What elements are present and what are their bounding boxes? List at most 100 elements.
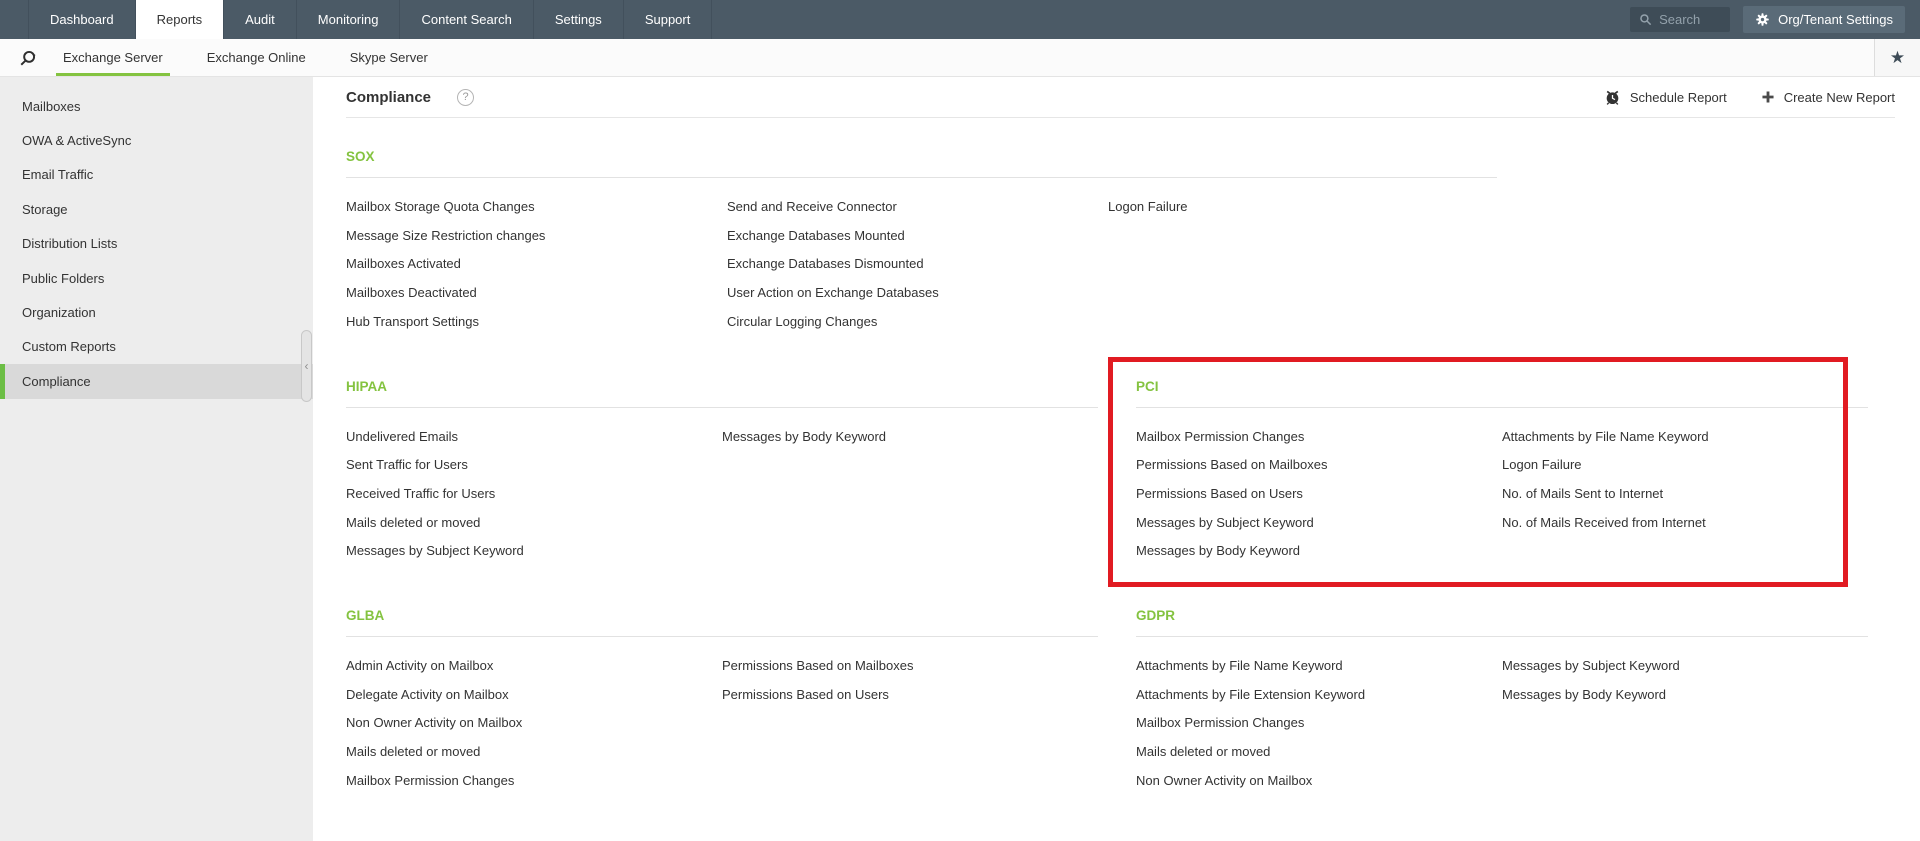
report-link-column: Undelivered Emails Sent Traffic for Users… — [346, 423, 722, 567]
section-title: GDPR — [1136, 608, 1176, 624]
favorites-button[interactable]: ★ — [1874, 39, 1920, 76]
search-input[interactable] — [1659, 12, 1720, 27]
report-link-columns: Undelivered Emails Sent Traffic for Users… — [346, 423, 1098, 567]
sidebar-item[interactable]: Email Traffic — [0, 158, 313, 192]
report-link[interactable]: Sent Traffic for Users — [346, 451, 722, 480]
sidebar-item-label: Email Traffic — [22, 167, 94, 183]
sidebar-item[interactable]: Storage — [0, 192, 313, 226]
topnav-tab-label: Audit — [245, 12, 275, 27]
report-link[interactable]: User Action on Exchange Databases — [727, 279, 1108, 308]
report-link[interactable]: Circular Logging Changes — [727, 308, 1108, 337]
sidebar-item[interactable]: Custom Reports — [0, 330, 313, 364]
topnav-tab[interactable]: Audit — [223, 0, 296, 39]
sidebar-item-label: Compliance — [22, 373, 91, 389]
subnav-tab[interactable]: Exchange Online — [200, 39, 313, 76]
subnav-tab[interactable]: Exchange Server — [56, 39, 170, 76]
schedule-report-label: Schedule Report — [1629, 89, 1727, 105]
create-new-report-label: Create New Report — [1783, 89, 1895, 105]
report-link[interactable]: Permissions Based on Mailboxes — [1136, 451, 1502, 480]
report-link[interactable]: Message Size Restriction changes — [346, 222, 727, 251]
report-link[interactable]: Mailbox Permission Changes — [1136, 709, 1502, 738]
report-link-column: Logon Failure — [1108, 193, 1489, 337]
report-link[interactable]: Delegate Activity on Mailbox — [346, 681, 722, 710]
report-link[interactable]: Messages by Subject Keyword — [346, 537, 722, 566]
report-link-columns: Attachments by File Name Keyword Attachme… — [1136, 652, 1868, 796]
report-link[interactable]: No. of Mails Sent to Internet — [1502, 480, 1868, 509]
report-link[interactable]: Admin Activity on Mailbox — [346, 652, 722, 681]
report-link[interactable]: Exchange Databases Mounted — [727, 222, 1108, 251]
sidebar-item[interactable]: Public Folders — [0, 261, 313, 295]
report-link[interactable]: Logon Failure — [1502, 451, 1868, 480]
report-link[interactable]: Undelivered Emails — [346, 423, 722, 452]
report-link[interactable]: Attachments by File Name Keyword — [1136, 652, 1502, 681]
report-link[interactable]: Attachments by File Extension Keyword — [1136, 681, 1502, 710]
report-link[interactable]: Received Traffic for Users — [346, 480, 722, 509]
sidebar-item[interactable]: Distribution Lists — [0, 227, 313, 261]
schedule-report-button[interactable]: Schedule Report — [1604, 89, 1727, 106]
report-link[interactable]: Mails deleted or moved — [346, 509, 722, 538]
sidebar-collapse-handle[interactable]: ‹ — [301, 330, 312, 402]
sub-nav-tabs: Exchange Server Exchange Online Skype Se… — [56, 39, 465, 76]
report-link[interactable]: Permissions Based on Users — [722, 681, 1098, 710]
report-link[interactable]: Messages by Subject Keyword — [1136, 509, 1502, 538]
sidebar-item[interactable]: Compliance — [0, 364, 313, 399]
report-link[interactable]: Exchange Databases Dismounted — [727, 250, 1108, 279]
report-link[interactable]: No. of Mails Received from Internet — [1502, 509, 1868, 538]
sidebar-item-label: Distribution Lists — [22, 236, 118, 252]
report-search-button[interactable] — [0, 39, 56, 76]
report-link[interactable]: Permissions Based on Mailboxes — [722, 652, 1098, 681]
sidebar-item-label: Storage — [22, 201, 68, 217]
report-link-column: Permissions Based on Mailboxes Permission… — [722, 652, 1098, 796]
global-search-box[interactable] — [1630, 7, 1731, 32]
report-link[interactable]: Messages by Body Keyword — [1502, 681, 1868, 710]
create-new-report-button[interactable]: Create New Report — [1761, 89, 1895, 106]
topnav-tab[interactable]: Dashboard — [28, 0, 135, 39]
report-link-column: Attachments by File Name Keyword Attachme… — [1136, 652, 1502, 796]
report-link[interactable]: Mailboxes Activated — [346, 250, 727, 279]
report-link[interactable]: Mailboxes Deactivated — [346, 279, 727, 308]
top-nav-tabs: Dashboard Reports Audit Monitoring Conte… — [28, 0, 713, 39]
page-title-bar: Compliance ? Schedule Report Create New … — [346, 77, 1895, 118]
compliance-section: GDPR Attachments by File Name Keyword Att… — [1136, 608, 1868, 796]
sidebar-item[interactable]: Mailboxes — [0, 89, 313, 123]
topnav-right-tools: Org/Tenant Settings — [1630, 0, 1920, 39]
topnav-tab[interactable]: Settings — [532, 0, 623, 39]
report-link[interactable]: Mailbox Permission Changes — [346, 767, 722, 796]
report-link[interactable]: Mailbox Storage Quota Changes — [346, 193, 727, 222]
topnav-tab-label: Support — [644, 12, 691, 27]
report-link[interactable]: Messages by Body Keyword — [722, 423, 1098, 452]
org-tenant-settings-button[interactable]: Org/Tenant Settings — [1743, 6, 1905, 33]
top-navbar: Dashboard Reports Audit Monitoring Conte… — [0, 0, 1920, 39]
topnav-tab-label: Settings — [554, 12, 602, 27]
topnav-tab[interactable]: Content Search — [399, 0, 532, 39]
report-link[interactable]: Mailbox Permission Changes — [1136, 423, 1502, 452]
report-link-column: Admin Activity on Mailbox Delegate Activi… — [346, 652, 722, 796]
report-link[interactable]: Messages by Body Keyword — [1136, 537, 1502, 566]
report-link[interactable]: Messages by Subject Keyword — [1502, 652, 1868, 681]
compliance-section: PCI Mailbox Permission Changes Permission… — [1108, 356, 1868, 587]
report-link[interactable]: Send and Receive Connector — [727, 193, 1108, 222]
chevron-left-icon: ‹ — [304, 359, 309, 373]
report-link[interactable]: Hub Transport Settings — [346, 308, 727, 337]
help-icon[interactable]: ? — [457, 88, 475, 106]
sidebar-item-label: Mailboxes — [22, 98, 81, 114]
section-divider — [346, 177, 1497, 178]
report-link[interactable]: Non Owner Activity on Mailbox — [1136, 767, 1502, 796]
subnav-tab-label: Exchange Server — [63, 50, 163, 65]
report-link[interactable]: Mails deleted or moved — [1136, 738, 1502, 767]
topnav-tab[interactable]: Support — [622, 0, 713, 39]
report-link[interactable]: Mails deleted or moved — [346, 738, 722, 767]
section-divider — [1136, 406, 1868, 408]
report-link[interactable]: Logon Failure — [1108, 193, 1489, 222]
report-link[interactable]: Attachments by File Name Keyword — [1502, 423, 1868, 452]
report-link[interactable]: Permissions Based on Users — [1136, 480, 1502, 509]
magnifier-icon — [20, 50, 36, 65]
alarm-clock-icon — [1606, 90, 1619, 105]
sidebar-item[interactable]: OWA & ActiveSync — [0, 123, 313, 157]
subnav-tab[interactable]: Skype Server — [343, 39, 435, 76]
report-link[interactable]: Non Owner Activity on Mailbox — [346, 709, 722, 738]
compliance-section: GLBA Admin Activity on Mailbox Delegate A… — [346, 608, 1098, 796]
topnav-tab[interactable]: Monitoring — [295, 0, 400, 39]
topnav-tab[interactable]: Reports — [134, 0, 224, 39]
sidebar-item[interactable]: Organization — [0, 295, 313, 329]
